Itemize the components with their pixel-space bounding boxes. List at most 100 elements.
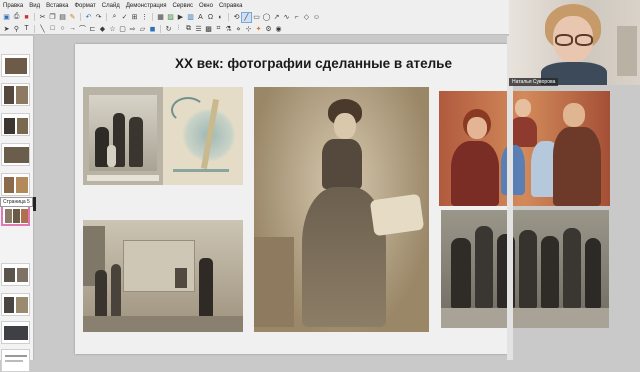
slide-thumbnail[interactable]	[1, 263, 30, 286]
redo-icon[interactable]: ↷	[94, 13, 103, 22]
slide-thumbnail[interactable]	[1, 321, 30, 344]
slide-thumbnail-image	[13, 209, 20, 223]
webcam-video	[509, 0, 640, 85]
slide-thumbnail[interactable]	[1, 349, 30, 372]
group-photo[interactable]	[441, 210, 609, 328]
connector-icon[interactable]: ⌐	[292, 13, 301, 22]
rect-icon[interactable]: □	[48, 24, 57, 33]
toolbar-separator	[34, 13, 35, 21]
slide-thumbnail[interactable]	[1, 143, 30, 166]
callout-icon[interactable]: ▢	[118, 24, 127, 33]
table-icon[interactable]: ▦	[156, 13, 165, 22]
curve-icon[interactable]: ⌒	[78, 24, 87, 33]
print-icon[interactable]: ⎙	[12, 13, 21, 22]
slide-thumbnail-image	[4, 177, 14, 193]
arrange-icon[interactable]: ⧉	[184, 24, 193, 33]
paste-icon[interactable]: ▤	[58, 13, 67, 22]
toolbar-separator	[106, 13, 107, 21]
arrows-icon[interactable]: ⇨	[128, 24, 137, 33]
ellipse-icon[interactable]: ◯	[262, 13, 271, 22]
slide-title[interactable]: XX век: фотографии сделанные в ателье	[175, 56, 515, 71]
slide-thumbnail-image	[4, 118, 15, 134]
slide-thumbnail[interactable]	[1, 173, 30, 196]
slide-thumbnail[interactable]	[1, 113, 30, 136]
textbox-icon[interactable]: A	[196, 13, 205, 22]
slide-thumbnail-image	[4, 297, 14, 313]
family-studio-photo[interactable]	[83, 87, 163, 185]
undo-icon[interactable]: ↶	[84, 13, 93, 22]
connector-icon[interactable]: ⊏	[88, 24, 97, 33]
visibility-icon[interactable]: ◉	[274, 24, 283, 33]
line-icon[interactable]: ╲	[38, 24, 47, 33]
fontwork-icon[interactable]: ◐	[216, 13, 225, 22]
toolbar-separator	[34, 24, 35, 33]
slide-thumbnail[interactable]	[1, 293, 30, 316]
align-icon[interactable]: ⫶	[174, 24, 183, 33]
menu-slideshow[interactable]: Демонстрация	[123, 3, 170, 9]
interaction-icon[interactable]: ⚙	[264, 24, 273, 33]
toggle-extrusion-icon[interactable]: ✦	[254, 24, 263, 33]
spellcheck-icon[interactable]: ✓	[120, 13, 129, 22]
menu-help[interactable]: Справка	[216, 3, 246, 9]
star-icon[interactable]: ☆	[108, 24, 117, 33]
street-studio-photo[interactable]	[83, 220, 243, 332]
slide-thumbnail-text	[5, 355, 27, 357]
diamond-icon[interactable]: ◆	[98, 24, 107, 33]
toolbar-separator	[228, 13, 229, 21]
menu-format[interactable]: Формат	[71, 3, 98, 9]
distribute-icon[interactable]: ☰	[194, 24, 203, 33]
pdf-icon[interactable]: ■	[22, 13, 31, 22]
shadow-icon[interactable]: ▩	[204, 24, 213, 33]
save-icon[interactable]: ▣	[2, 13, 11, 22]
chart-icon[interactable]: ▥	[186, 13, 195, 22]
special-char-icon[interactable]: Ω	[206, 13, 215, 22]
zoom-icon[interactable]: ⚲	[12, 24, 21, 33]
image-icon[interactable]: ▨	[166, 13, 175, 22]
toolbar-separator	[80, 13, 81, 21]
cut-icon[interactable]: ✂	[38, 13, 47, 22]
flowchart-icon[interactable]: ▱	[138, 24, 147, 33]
curve-icon[interactable]: ∿	[282, 13, 291, 22]
glue-icon[interactable]: ⊹	[244, 24, 253, 33]
rect-icon[interactable]: ▭	[252, 13, 261, 22]
color-family-photo[interactable]	[439, 91, 610, 206]
slide-thumbnail-image	[4, 326, 28, 340]
woman-portrait-photo[interactable]	[254, 87, 429, 332]
slide-thumbnail-image	[5, 58, 27, 74]
points-icon[interactable]: ⋄	[234, 24, 243, 33]
crop-icon[interactable]: ⌗	[214, 24, 223, 33]
text-icon[interactable]: T	[22, 24, 31, 33]
menu-edit[interactable]: Правка	[0, 3, 26, 9]
arrow-icon[interactable]: →	[68, 24, 77, 33]
arrow-icon[interactable]: ↗	[272, 13, 281, 22]
menu-view[interactable]: Вид	[26, 3, 43, 9]
symbol-icon[interactable]: ☺	[312, 13, 321, 22]
slide-thumbnail-image	[17, 268, 28, 282]
slide-thumbnail-image	[4, 86, 14, 104]
rotate-icon[interactable]: ↻	[164, 24, 173, 33]
display-grid-icon[interactable]: ⋮	[140, 13, 149, 22]
clone-format-icon[interactable]: ✎	[68, 13, 77, 22]
transform-icon[interactable]: ⟲	[232, 13, 241, 22]
menu-slide[interactable]: Слайд	[99, 3, 123, 9]
find-icon[interactable]: ⌕	[110, 13, 119, 22]
ornate-card-back[interactable]	[163, 87, 243, 185]
menu-insert[interactable]: Вставка	[43, 3, 71, 9]
slide-thumbnail[interactable]	[1, 54, 30, 77]
slide-thumbnail-image	[4, 147, 29, 163]
toolbar-separator	[160, 24, 161, 33]
ellipse-icon[interactable]: ○	[58, 24, 67, 33]
select-icon[interactable]: ➤	[2, 24, 11, 33]
shapes-icon[interactable]: ◇	[302, 13, 311, 22]
line-icon[interactable]: ╱	[241, 11, 252, 23]
menu-window[interactable]: Окно	[196, 3, 216, 9]
menu-tools[interactable]: Сервис	[169, 3, 196, 9]
filter-icon[interactable]: ⚗	[224, 24, 233, 33]
panel-splitter[interactable]	[33, 197, 36, 211]
slide-thumbnail[interactable]	[1, 83, 30, 106]
copy-icon[interactable]: ❐	[48, 13, 57, 22]
media-icon[interactable]: ▶	[176, 13, 185, 22]
3d-icon[interactable]: ◼	[148, 24, 157, 33]
grid-icon[interactable]: ⊞	[130, 13, 139, 22]
slide-tooltip: Страница 5	[0, 197, 33, 207]
